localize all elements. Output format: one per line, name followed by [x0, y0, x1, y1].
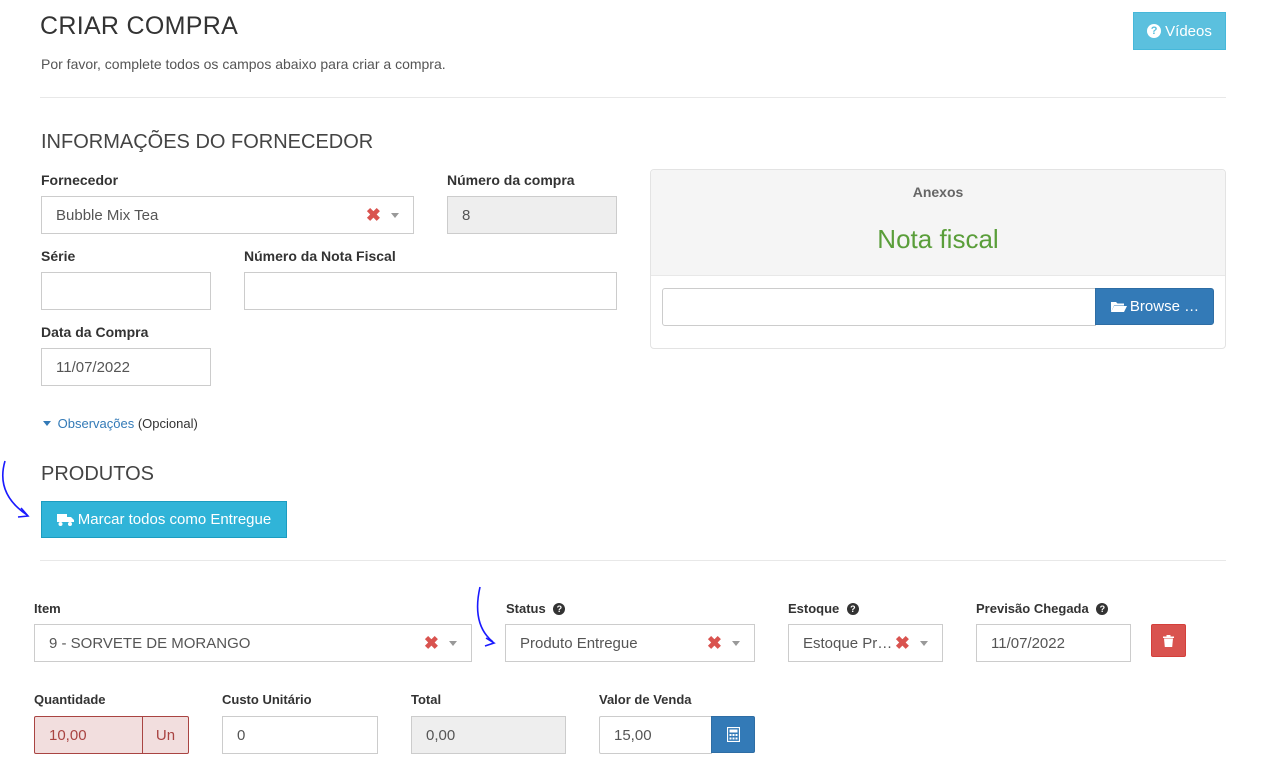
trash-icon — [1163, 634, 1174, 647]
fornecedor-select[interactable]: Bubble Mix Tea ✖ — [41, 196, 414, 234]
observacoes-optional: (Opcional) — [137, 416, 198, 431]
question-circle-icon: ? — [1147, 24, 1162, 38]
serie-label: Série — [41, 248, 76, 264]
question-circle-icon[interactable]: ? — [553, 602, 566, 615]
videos-button[interactable]: ? Vídeos — [1133, 12, 1226, 50]
previsao-label-text: Previsão Chegada — [976, 601, 1089, 616]
valor-venda-field[interactable]: 15,00 — [599, 716, 712, 754]
clear-icon[interactable]: ✖ — [707, 634, 722, 652]
clear-icon[interactable]: ✖ — [366, 206, 381, 224]
numero-compra-field: 8 — [447, 196, 617, 234]
custo-label: Custo Unitário — [222, 692, 312, 707]
calculator-icon — [726, 727, 740, 742]
chevron-down-icon — [732, 640, 740, 646]
serie-field[interactable] — [41, 272, 211, 310]
total-label: Total — [411, 692, 442, 707]
attachments-title: Anexos — [912, 184, 964, 200]
item-select[interactable]: 9 - SORVETE DE MORANGO ✖ — [34, 624, 472, 662]
file-path-field[interactable] — [662, 288, 1096, 326]
fornecedor-value: Bubble Mix Tea — [56, 206, 159, 224]
mark-all-delivered-button[interactable]: Marcar todos como Entregue — [41, 501, 287, 538]
status-label-text: Status — [506, 601, 546, 616]
clear-icon[interactable]: ✖ — [895, 634, 910, 652]
estoque-value: Estoque Principal — [803, 634, 895, 652]
item-label: Item — [34, 601, 61, 616]
status-select[interactable]: Produto Entregue ✖ — [505, 624, 755, 662]
mark-all-delivered-label: Marcar todos como Entregue — [77, 511, 272, 528]
numero-compra-label: Número da compra — [447, 172, 575, 188]
products-divider — [40, 560, 1226, 561]
annotation-arrow-left — [2, 460, 30, 518]
annotation-arrow-right — [476, 586, 496, 647]
videos-button-label: Vídeos — [1165, 22, 1212, 40]
page-title: CRIAR COMPRA — [40, 12, 239, 40]
nota-fiscal-label: Número da Nota Fiscal — [244, 248, 396, 264]
browse-button[interactable]: Browse … — [1095, 288, 1214, 325]
estoque-label: Estoque ? — [788, 601, 859, 616]
estoque-label-text: Estoque — [788, 601, 840, 616]
fornecedor-label: Fornecedor — [41, 172, 119, 188]
unit-addon: Un — [142, 716, 189, 754]
quantidade-field[interactable]: 10,00 — [34, 716, 143, 754]
chevron-down-icon — [449, 640, 457, 646]
status-value: Produto Entregue — [520, 634, 638, 652]
browse-button-label: Browse … — [1129, 298, 1200, 315]
question-circle-icon[interactable]: ? — [846, 602, 859, 615]
observacoes-link[interactable]: Observações — [58, 416, 135, 431]
nota-fiscal-dropzone-title: Nota fiscal — [877, 224, 999, 254]
data-compra-label: Data da Compra — [41, 324, 149, 340]
page-subtitle: Por favor, complete todos os campos abai… — [41, 56, 446, 72]
caret-down-icon — [43, 421, 51, 427]
nota-fiscal-field[interactable] — [244, 272, 617, 310]
valor-venda-label: Valor de Venda — [599, 692, 692, 707]
supplier-section-title: INFORMAÇÕES DO FORNECEDOR — [41, 131, 374, 153]
attachments-panel: Anexos Nota fiscal Browse … — [650, 169, 1226, 349]
previsao-label: Previsão Chegada ? — [976, 601, 1109, 616]
calculator-button[interactable] — [711, 716, 755, 753]
truck-icon — [56, 513, 74, 526]
unit-label: Un — [155, 726, 176, 744]
previsao-field[interactable]: 11/07/2022 — [976, 624, 1131, 662]
chevron-down-icon — [391, 212, 399, 218]
custo-field[interactable]: 0 — [222, 716, 378, 754]
clear-icon[interactable]: ✖ — [424, 634, 439, 652]
chevron-down-icon — [920, 640, 928, 646]
data-compra-field[interactable]: 11/07/2022 — [41, 348, 211, 386]
total-field: 0,00 — [411, 716, 566, 754]
status-label: Status ? — [506, 601, 566, 616]
header-divider — [40, 97, 1226, 98]
folder-open-icon — [1110, 302, 1127, 312]
delete-item-button[interactable] — [1151, 624, 1186, 657]
quantidade-label: Quantidade — [34, 692, 106, 707]
estoque-select[interactable]: Estoque Principal ✖ — [788, 624, 943, 662]
observacoes-toggle[interactable]: Observações (Opcional) — [43, 416, 198, 431]
item-value: 9 - SORVETE DE MORANGO — [49, 634, 251, 652]
products-section-title: PRODUTOS — [41, 463, 154, 485]
question-circle-icon[interactable]: ? — [1096, 602, 1109, 615]
